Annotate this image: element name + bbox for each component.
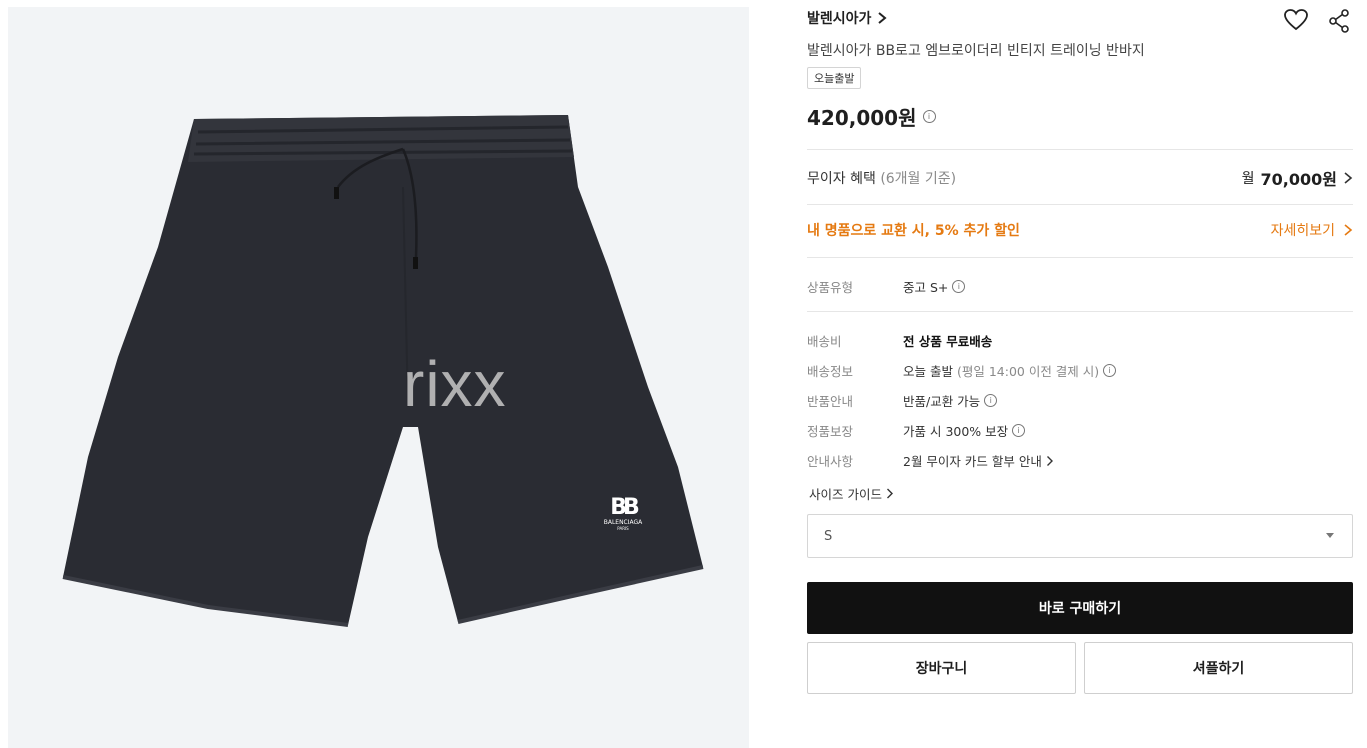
size-select[interactable]: S: [807, 514, 1353, 558]
brand-link[interactable]: 발렌시아가: [807, 8, 887, 28]
logo-subtext: PARIS: [617, 526, 629, 531]
info-icon[interactable]: i: [1103, 364, 1117, 377]
installment-amount: 70,000원: [1260, 170, 1337, 189]
share-icon[interactable]: [1327, 8, 1353, 34]
divider: [807, 204, 1353, 205]
detail-key: 정품보장: [807, 424, 854, 439]
watermark: rixx: [403, 348, 507, 420]
buy-now-button[interactable]: 바로 구매하기: [807, 582, 1353, 634]
info-icon[interactable]: i: [1012, 424, 1026, 437]
sell-button[interactable]: 셔플하기: [1084, 642, 1353, 694]
logo-text: BALENCIAGA: [603, 519, 643, 526]
detail-key: 상품유형: [807, 280, 854, 295]
divider: [807, 311, 1353, 312]
product-title: 발렌시아가 BB로고 엠브로이더리 빈티지 트레이닝 반바지: [807, 43, 1145, 59]
detail-value: 중고 S+: [903, 280, 949, 295]
installment-row[interactable]: 무이자 혜택 (6개월 기준) 월 70,000원: [807, 166, 1353, 190]
info-icon[interactable]: i: [952, 280, 966, 293]
shipping-badge: 오늘출발: [807, 67, 862, 89]
installment-period: (6개월 기준): [880, 171, 957, 187]
exchange-label: 내 명품으로 교환 시, 5% 추가 할인: [807, 223, 1020, 239]
detail-value: 가품 시 300% 보장: [903, 424, 1009, 439]
info-icon[interactable]: i: [922, 110, 936, 123]
detail-value: 2월 무이자 카드 할부 안내: [903, 454, 1042, 469]
detail-row-notice[interactable]: 안내사항 2월 무이자 카드 할부 안내: [807, 451, 1054, 470]
installment-prefix: 월: [1241, 171, 1255, 187]
detail-row-shipping-info: 배송정보 오늘 출발 (평일 14:00 이전 결제 시) i: [807, 361, 1117, 380]
shorts-illustration: [62, 115, 704, 627]
price-value: 420,000원: [807, 106, 917, 130]
chevron-right-icon: [878, 12, 887, 24]
exchange-link[interactable]: 자세히보기: [1271, 220, 1335, 240]
chevron-right-icon: [1344, 172, 1353, 184]
exchange-row[interactable]: 내 명품으로 교환 시, 5% 추가 할인 자세히보기: [807, 220, 1353, 240]
size-select-value: S: [824, 529, 833, 544]
installment-label: 무이자 혜택: [807, 171, 876, 187]
detail-row-shipping-fee: 배송비 전 상품 무료배송: [807, 331, 992, 350]
info-icon[interactable]: i: [984, 394, 998, 407]
detail-row-authenticity: 정품보장 가품 시 300% 보장 i: [807, 421, 1026, 440]
detail-row-type: 상품유형 중고 S+ i: [807, 277, 966, 296]
detail-row-return: 반품안내 반품/교환 가능 i: [807, 391, 998, 410]
brand-logo: BB BALENCIAGA PARIS: [593, 497, 653, 532]
chevron-right-icon: [886, 488, 893, 499]
detail-key: 배송비: [807, 334, 842, 349]
detail-value: 오늘 출발: [903, 364, 953, 379]
size-guide-link[interactable]: 사이즈 가이드: [809, 484, 894, 503]
detail-value: 반품/교환 가능: [903, 394, 981, 409]
cart-button[interactable]: 장바구니: [807, 642, 1076, 694]
divider: [807, 149, 1353, 150]
heart-icon[interactable]: [1283, 8, 1309, 34]
caret-down-icon: [1326, 533, 1334, 538]
chevron-right-icon: [1344, 224, 1353, 236]
size-guide-label: 사이즈 가이드: [809, 487, 882, 502]
detail-key: 반품안내: [807, 394, 854, 409]
detail-value-extra: (평일 14:00 이전 결제 시): [956, 364, 1100, 379]
price: 420,000원 i: [807, 102, 936, 131]
brand-name: 발렌시아가: [807, 11, 872, 27]
detail-value: 전 상품 무료배송: [903, 334, 993, 349]
product-image[interactable]: rixx BB BALENCIAGA PARIS: [8, 7, 749, 748]
detail-key: 배송정보: [807, 364, 854, 379]
divider: [807, 257, 1353, 258]
chevron-right-icon: [1046, 455, 1053, 466]
detail-key: 안내사항: [807, 454, 854, 469]
